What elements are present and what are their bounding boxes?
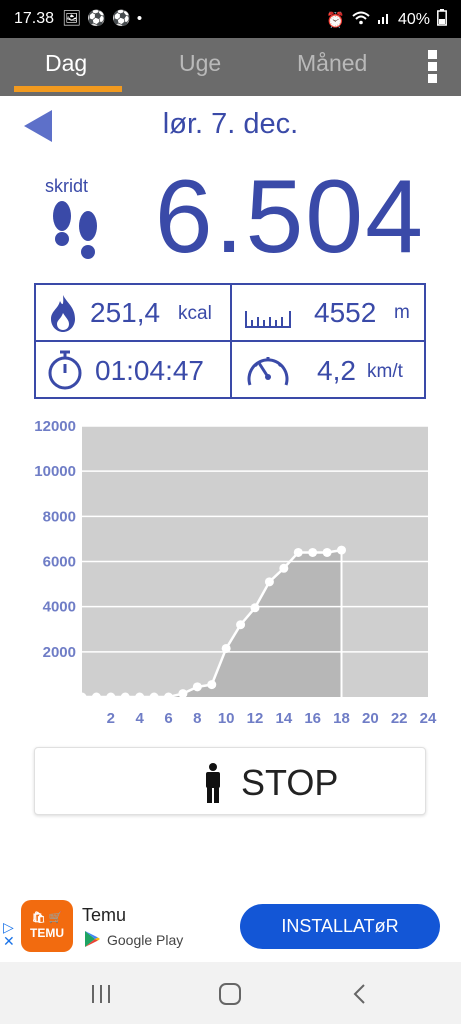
distance-value: 4552 bbox=[314, 297, 377, 328]
chart-data-point bbox=[91, 692, 101, 702]
signal-icon bbox=[377, 11, 391, 29]
steps-label: skridt bbox=[45, 176, 89, 196]
chart-x-tick-label: 6 bbox=[164, 710, 172, 727]
temu-logo[interactable]: 🛍 🛒 TEMU bbox=[21, 900, 73, 952]
chart-data-point bbox=[192, 682, 202, 692]
chart-x-tick-label: 24 bbox=[420, 710, 437, 727]
chart-y-tick-label: 6000 bbox=[43, 554, 76, 571]
ad-app-name[interactable]: Temu bbox=[82, 905, 126, 926]
chart-x-tick-label: 12 bbox=[247, 710, 264, 727]
chart-data-point bbox=[264, 577, 274, 587]
steps-count: 6.504 bbox=[154, 159, 425, 275]
stats-grid: 251,4 kcal 4552 m 01:04:47 4,2 km/t bbox=[34, 283, 426, 399]
overflow-menu-icon[interactable] bbox=[424, 50, 440, 86]
chart-x-tick-label: 14 bbox=[275, 710, 292, 727]
footprints-icon bbox=[53, 201, 97, 259]
tab-month[interactable]: Måned bbox=[297, 50, 367, 77]
flame-icon bbox=[51, 295, 75, 332]
status-bar: 17.38 🖼 ⚽ ⚽ • ⏰ 40% bbox=[0, 0, 461, 38]
distance-unit: m bbox=[394, 302, 410, 323]
chart-x-tick-label: 18 bbox=[333, 710, 350, 727]
chart-data-point bbox=[106, 692, 116, 702]
chart-data-point bbox=[236, 620, 246, 630]
chart-y-tick-label: 8000 bbox=[43, 508, 76, 525]
system-nav-bar bbox=[0, 962, 461, 1024]
chart-data-point bbox=[164, 692, 173, 702]
temu-logo-text: TEMU bbox=[30, 926, 64, 940]
battery-percent: 40% bbox=[397, 10, 430, 28]
chart-data-point bbox=[207, 680, 217, 690]
chart-data-point bbox=[77, 692, 87, 702]
chart-data-point bbox=[337, 545, 346, 555]
ad-choices-icon[interactable]: ▷ ✕ bbox=[3, 920, 15, 948]
chart-data-point bbox=[120, 692, 130, 702]
stop-button-label: STOP bbox=[241, 762, 339, 803]
speed-unit: km/t bbox=[367, 361, 403, 382]
home-icon[interactable] bbox=[219, 983, 241, 1005]
recent-apps-icon[interactable] bbox=[90, 984, 112, 1004]
ad-store-name: Google Play bbox=[107, 932, 184, 948]
chart-x-tick-label: 8 bbox=[193, 710, 201, 727]
status-time: 17.38 bbox=[14, 10, 55, 27]
active-tab-indicator bbox=[14, 86, 122, 92]
speedometer-icon bbox=[247, 357, 289, 386]
chart-y-tick-label: 12000 bbox=[34, 418, 76, 435]
chart-data-point bbox=[308, 547, 318, 557]
chart-y-tick-label: 2000 bbox=[43, 644, 76, 661]
chart-y-tick-label: 10000 bbox=[34, 463, 76, 480]
chart-x-tick-label: 2 bbox=[107, 710, 115, 727]
date-title: lør. 7. dec. bbox=[162, 108, 299, 140]
status-right: ⏰ 40% bbox=[326, 9, 447, 30]
chart-data-point bbox=[135, 692, 145, 702]
notification-icons: 🖼 ⚽ ⚽ • bbox=[62, 10, 144, 27]
battery-icon bbox=[437, 9, 447, 30]
person-icon bbox=[206, 763, 220, 803]
install-button[interactable]: INSTALLATøR bbox=[240, 904, 440, 949]
chart-data-point bbox=[322, 547, 332, 557]
tab-bar: Dag Uge Måned bbox=[0, 38, 461, 96]
ruler-icon bbox=[245, 311, 291, 328]
chart-data-point bbox=[221, 643, 231, 653]
chart-x-tick-label: 10 bbox=[218, 710, 235, 727]
stop-button[interactable]: STOP bbox=[34, 747, 426, 815]
chart-data-point bbox=[149, 692, 159, 702]
stopwatch-icon bbox=[48, 350, 82, 390]
chart-y-tick-label: 4000 bbox=[43, 599, 76, 616]
chart-data-point bbox=[178, 689, 188, 699]
temu-logo-mark: 🛍 🛒 bbox=[31, 912, 63, 924]
speed-value: 4,2 bbox=[317, 355, 356, 386]
alarm-clock-icon: ⏰ bbox=[326, 11, 345, 29]
chart-x-tick-label: 4 bbox=[135, 710, 144, 727]
chart-x-tick-label: 16 bbox=[304, 710, 321, 727]
calories-unit: kcal bbox=[178, 303, 212, 324]
chart-x-tick-label: 22 bbox=[391, 710, 408, 727]
chart-data-point bbox=[293, 547, 303, 557]
stats-divider-horizontal bbox=[36, 340, 424, 342]
wifi-icon bbox=[352, 11, 370, 29]
google-play-icon bbox=[85, 931, 100, 947]
calories-value: 251,4 bbox=[90, 297, 161, 328]
chart-data-point bbox=[250, 603, 260, 613]
tab-day[interactable]: Dag bbox=[45, 50, 87, 77]
chart-x-tick-label: 20 bbox=[362, 710, 379, 727]
steps-chart: 200040006000800010000120002 4 6 8 10 12 14 16 18… bbox=[34, 418, 437, 727]
chart-data-point bbox=[279, 563, 289, 573]
tab-week[interactable]: Uge bbox=[179, 50, 221, 77]
back-icon[interactable] bbox=[352, 984, 368, 1004]
duration-value: 01:04:47 bbox=[95, 355, 204, 386]
